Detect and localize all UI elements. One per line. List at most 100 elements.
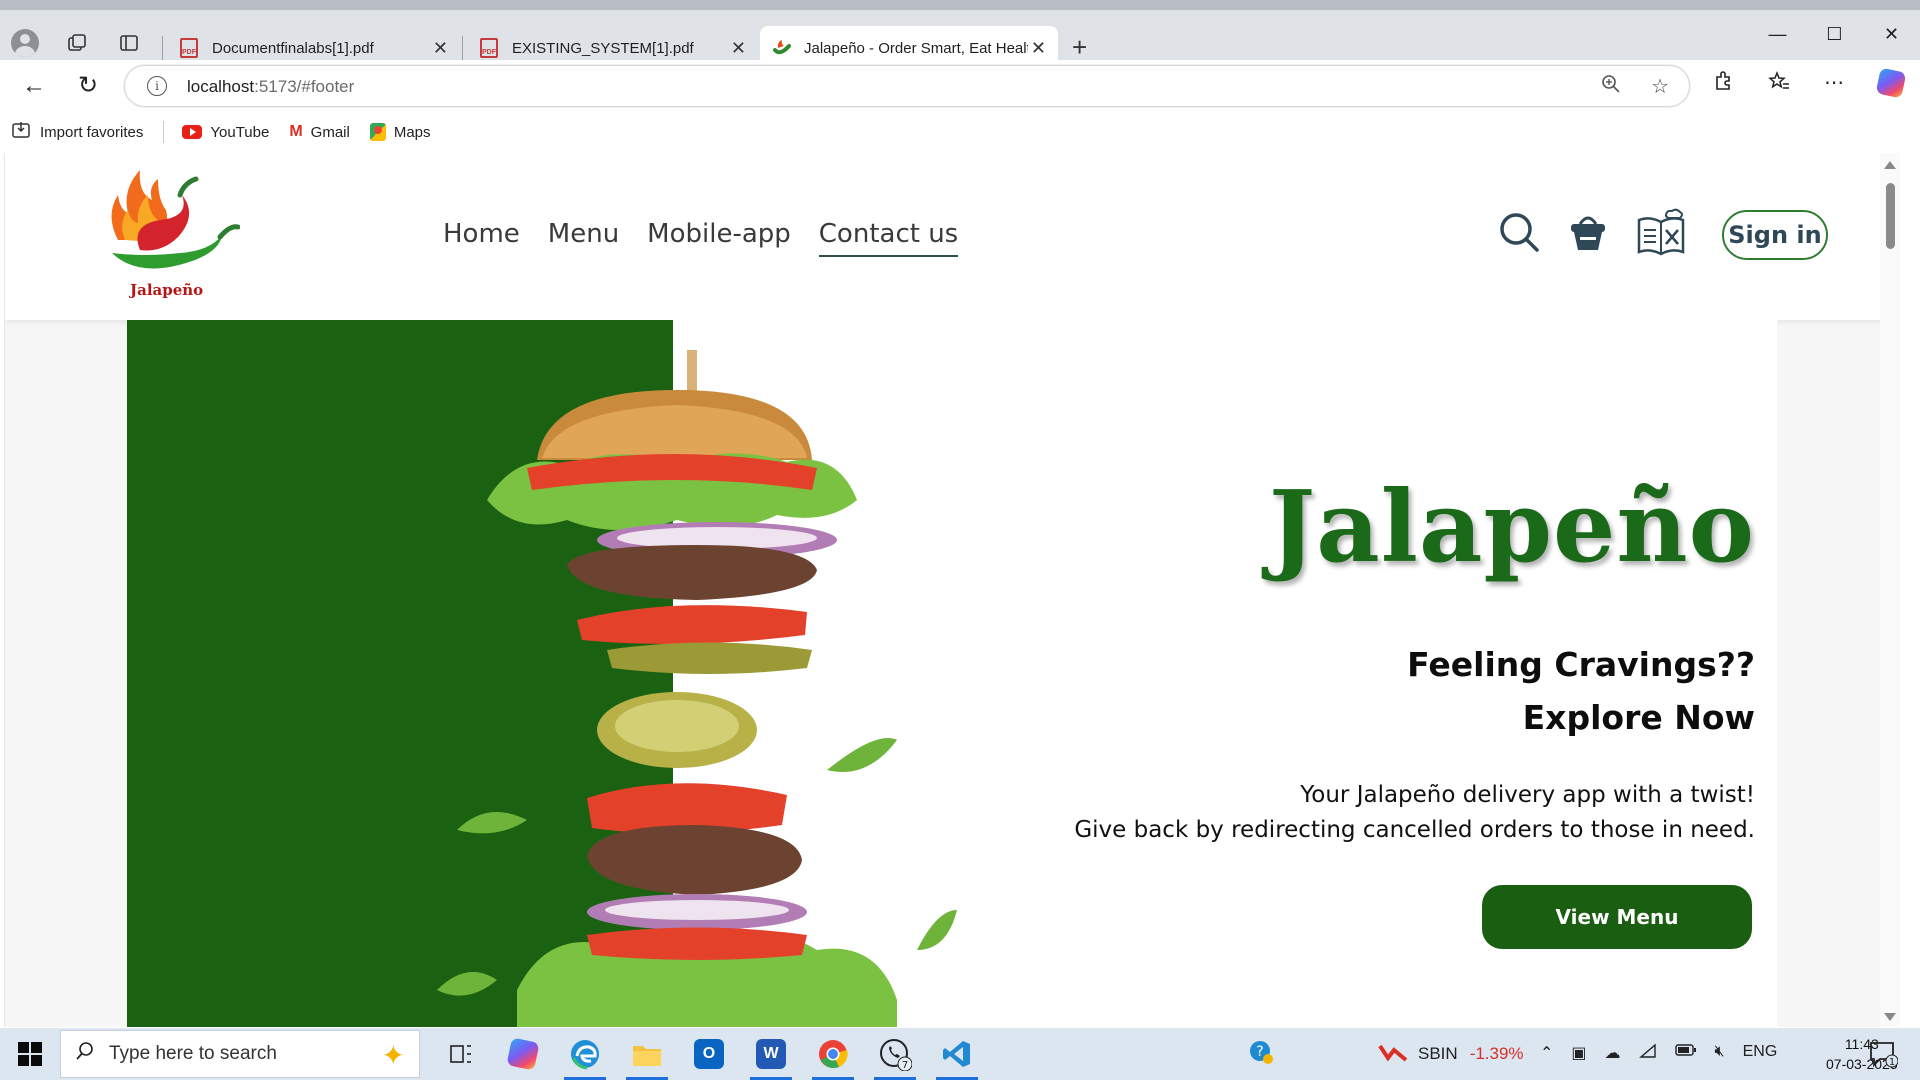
wifi-icon[interactable]	[1638, 1043, 1657, 1064]
search-icon[interactable]	[1498, 211, 1540, 258]
hero-title: Jalapeño	[1268, 470, 1755, 585]
bookmark-label: Import favorites	[40, 123, 144, 141]
copilot-icon[interactable]	[1875, 67, 1907, 99]
hero-subtitle-line1: Feeling Cravings??	[1407, 645, 1755, 684]
svg-text:?: ?	[1256, 1044, 1263, 1060]
tab-title: Jalapeño - Order Smart, Eat Healt	[804, 39, 1028, 57]
windows-taskbar: Type here to search ✦ O W 7 ? SBIN -1.39…	[0, 1028, 1920, 1080]
outlook-icon[interactable]: O	[678, 1028, 740, 1080]
scroll-down-icon[interactable]	[1884, 1013, 1896, 1021]
windows-start-icon[interactable]	[18, 1042, 42, 1066]
notification-icon[interactable]: 1	[1868, 1040, 1899, 1074]
menu-book-icon[interactable]	[1636, 208, 1686, 261]
hero-section: Jalapeño Feeling Cravings?? Explore Now …	[127, 320, 1777, 1027]
site-info-icon[interactable]: i	[147, 76, 167, 96]
search-placeholder: Type here to search	[109, 1043, 277, 1064]
burger-image	[437, 350, 957, 1027]
bookmark-maps[interactable]: Maps	[369, 123, 431, 141]
view-menu-button[interactable]: View Menu	[1482, 885, 1752, 949]
web-page: Jalapeño Home Menu Mobile-app Contact us…	[4, 153, 1900, 1027]
nav-mobile-app[interactable]: Mobile-app	[647, 219, 791, 257]
close-icon[interactable]: ✕	[1031, 38, 1046, 59]
sign-in-button[interactable]: Sign in	[1722, 209, 1828, 260]
taskbar-search[interactable]: Type here to search ✦	[60, 1030, 420, 1078]
favorites-icon[interactable]	[1768, 70, 1790, 98]
meet-icon[interactable]: ▣	[1571, 1043, 1586, 1064]
task-view-icon[interactable]	[430, 1028, 492, 1080]
maximize-icon[interactable]: ☐	[1806, 24, 1863, 45]
close-icon[interactable]: ✕	[731, 38, 746, 59]
file-explorer-icon[interactable]	[616, 1028, 678, 1080]
bookmark-gmail[interactable]: M Gmail	[289, 123, 350, 141]
browser-tab-strip: PDF Documentfinalabs[1].pdf ✕ PDF EXISTI…	[0, 0, 1920, 70]
import-icon	[12, 121, 32, 143]
stock-change[interactable]: -1.39%	[1470, 1044, 1524, 1064]
whatsapp-badge: 7	[902, 1060, 908, 1071]
whatsapp-icon[interactable]: 7	[864, 1028, 926, 1080]
back-icon[interactable]: ←	[18, 70, 50, 102]
url-text[interactable]: localhost:5173/#footer	[187, 77, 354, 97]
hero-description-line2: Give back by redirecting cancelled order…	[1074, 817, 1755, 843]
favorite-star-icon[interactable]: ☆	[1651, 74, 1669, 100]
jalapeno-icon	[772, 38, 792, 58]
zoom-icon[interactable]	[1601, 74, 1621, 100]
volume-muted-icon[interactable]: 🔇︎	[1715, 1043, 1725, 1064]
hero-subtitle: Feeling Cravings?? Explore Now	[1407, 638, 1755, 744]
tab-title: EXISTING_SYSTEM[1].pdf	[512, 39, 694, 57]
copilot-app-icon[interactable]	[492, 1028, 554, 1080]
help-icon[interactable]: ?	[1248, 1039, 1274, 1070]
system-tray-icons: ⌃ ▣ ☁ 🔇︎ ENG	[1540, 1043, 1777, 1064]
chrome-icon[interactable]	[802, 1028, 864, 1080]
pdf-icon: PDF	[480, 38, 498, 58]
page-scrollbar[interactable]	[1880, 153, 1900, 1027]
nav-home[interactable]: Home	[443, 219, 520, 257]
scroll-up-icon[interactable]	[1884, 161, 1896, 169]
taskbar-apps: O W 7	[430, 1028, 988, 1080]
gmail-icon: M	[289, 123, 303, 140]
scrollbar-thumb[interactable]	[1886, 183, 1895, 249]
screen: PDF Documentfinalabs[1].pdf ✕ PDF EXISTI…	[0, 0, 1920, 1080]
close-icon[interactable]: ✕	[433, 38, 448, 59]
bookmark-label: YouTube	[210, 123, 270, 141]
system-tray-left: ? SBIN -1.39%	[1248, 1028, 1524, 1080]
workspaces-icon[interactable]	[60, 26, 94, 60]
vertical-tabs-icon[interactable]	[112, 26, 146, 60]
site-header: Jalapeño Home Menu Mobile-app Contact us…	[5, 153, 1900, 320]
browser-toolbar: ← ↻ i localhost:5173/#footer ☆ ⋯	[0, 60, 1920, 112]
nav-menu[interactable]: Menu	[548, 219, 619, 257]
jalapeno-logo[interactable]: Jalapeño	[100, 165, 241, 300]
youtube-icon	[182, 125, 203, 139]
chevron-up-icon[interactable]: ⌃	[1540, 1043, 1553, 1064]
language-indicator[interactable]: ENG	[1743, 1043, 1778, 1064]
address-bar[interactable]: i localhost:5173/#footer ☆	[124, 65, 1690, 107]
stock-icon[interactable]	[1378, 1042, 1408, 1067]
sparkle-icon: ✦	[381, 1040, 405, 1071]
hero-description-line1: Your Jalapeño delivery app with a twist!	[1300, 782, 1755, 808]
bookmark-label: Maps	[393, 123, 431, 141]
edge-icon[interactable]	[554, 1028, 616, 1080]
close-window-icon[interactable]: ✕	[1863, 24, 1920, 45]
minimize-icon[interactable]: —	[1749, 24, 1806, 45]
onedrive-icon[interactable]: ☁	[1605, 1043, 1621, 1064]
extensions-icon[interactable]	[1712, 70, 1734, 98]
hero-description: Your Jalapeño delivery app with a twist!…	[1074, 778, 1755, 848]
logo-text: Jalapeño	[130, 281, 204, 299]
basket-icon[interactable]	[1566, 210, 1610, 259]
hero-subtitle-line2: Explore Now	[1522, 698, 1755, 737]
bookmarks-bar: Import favorites YouTube M Gmail Maps	[0, 112, 1920, 152]
bookmark-youtube[interactable]: YouTube	[182, 124, 269, 141]
bookmark-import-favorites[interactable]: Import favorites	[12, 121, 143, 143]
refresh-icon[interactable]: ↻	[72, 70, 104, 102]
main-nav: Home Menu Mobile-app Contact us	[443, 219, 959, 257]
stock-name[interactable]: SBIN	[1418, 1044, 1458, 1064]
vscode-icon[interactable]	[926, 1028, 988, 1080]
more-menu-icon[interactable]: ⋯	[1824, 70, 1844, 98]
battery-icon[interactable]	[1674, 1043, 1697, 1064]
tab-title: Documentfinalabs[1].pdf	[212, 39, 374, 57]
bookmark-label: Gmail	[310, 123, 350, 141]
new-tab-button[interactable]: +	[1072, 32, 1087, 63]
nav-contact-us[interactable]: Contact us	[818, 219, 959, 257]
pdf-icon: PDF	[180, 38, 198, 58]
word-icon[interactable]: W	[740, 1028, 802, 1080]
profile-icon[interactable]	[8, 26, 42, 60]
